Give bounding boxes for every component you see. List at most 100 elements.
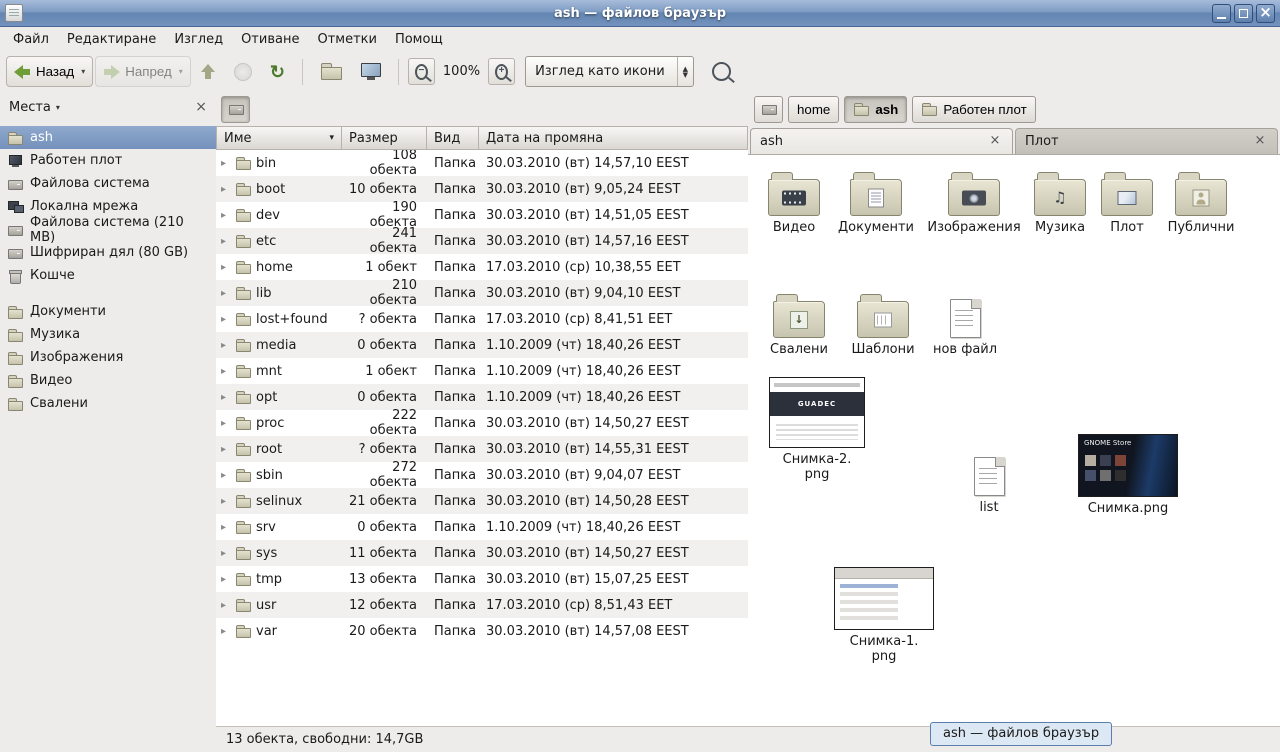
table-row[interactable]: ▸lost+found? обектаПапка17.03.2010 (ср) … xyxy=(216,306,748,332)
expander-icon[interactable]: ▸ xyxy=(221,496,230,507)
expander-icon[interactable]: ▸ xyxy=(221,210,230,221)
forward-button[interactable]: Напред ▾ xyxy=(95,56,191,87)
sidebar-item[interactable]: Кошче xyxy=(0,264,216,287)
chevron-down-icon[interactable]: ▾ xyxy=(56,103,60,112)
expander-icon[interactable]: ▸ xyxy=(221,626,230,637)
table-row[interactable]: ▸lib210 обектаПапка30.03.2010 (вт) 9,04,… xyxy=(216,280,748,306)
tab[interactable]: ash× xyxy=(750,128,1013,154)
table-row[interactable]: ▸root? обектаПапка30.03.2010 (вт) 14,55,… xyxy=(216,436,748,462)
expander-icon[interactable]: ▸ xyxy=(221,418,230,429)
expander-icon[interactable]: ▸ xyxy=(221,574,230,585)
expander-icon[interactable]: ▸ xyxy=(221,548,230,559)
table-row[interactable]: ▸media0 обектаПапка1.10.2009 (чт) 18,40,… xyxy=(216,332,748,358)
table-row[interactable]: ▸proc222 обектаПапка30.03.2010 (вт) 14,5… xyxy=(216,410,748,436)
root-location-button[interactable] xyxy=(221,96,250,123)
search-button[interactable] xyxy=(704,56,739,87)
sidebar-title[interactable]: Места xyxy=(9,100,51,115)
expander-icon[interactable]: ▸ xyxy=(221,314,230,325)
sidebar-item[interactable]: Изображения xyxy=(0,346,216,369)
table-row[interactable]: ▸srv0 обектаПапка1.10.2009 (чт) 18,40,26… xyxy=(216,514,748,540)
icon-item[interactable]: GUADECСнимка-2.png xyxy=(767,377,867,483)
view-mode-spinner-icon[interactable] xyxy=(677,57,693,86)
menu-item[interactable]: Помощ xyxy=(386,30,452,49)
table-row[interactable]: ▸etc241 обектаПапка30.03.2010 (вт) 14,57… xyxy=(216,228,748,254)
sidebar-item[interactable]: Работен плот xyxy=(0,149,216,172)
sidebar-item[interactable]: Файлова система xyxy=(0,172,216,195)
tab-close-icon[interactable]: × xyxy=(1252,134,1268,150)
expander-icon[interactable]: ▸ xyxy=(221,522,230,533)
sidebar-item[interactable]: Видео xyxy=(0,369,216,392)
up-button[interactable] xyxy=(193,56,224,87)
reload-button[interactable] xyxy=(262,56,293,87)
icon-item[interactable]: Шаблони xyxy=(843,291,923,358)
expander-icon[interactable]: ▸ xyxy=(221,392,230,403)
icon-canvas[interactable]: ВидеоДокументиИзображения♫МузикаПлотПубл… xyxy=(748,154,1280,726)
menu-item[interactable]: Изглед xyxy=(165,30,232,49)
table-row[interactable]: ▸tmp13 обектаПапка30.03.2010 (вт) 15,07,… xyxy=(216,566,748,592)
back-button[interactable]: Назад ▾ xyxy=(6,56,93,87)
table-row[interactable]: ▸usr12 обектаПапка17.03.2010 (ср) 8,51,4… xyxy=(216,592,748,618)
home-button[interactable] xyxy=(312,56,351,87)
taskbar-window-button[interactable]: ash — файлов браузър xyxy=(930,722,1112,746)
tab[interactable]: Плот× xyxy=(1015,128,1278,154)
window-menu-icon[interactable] xyxy=(5,4,23,22)
menu-item[interactable]: Отиване xyxy=(232,30,308,49)
table-row[interactable]: ▸sys11 обектаПапка30.03.2010 (вт) 14,50,… xyxy=(216,540,748,566)
table-row[interactable]: ▸home1 обектПапка17.03.2010 (ср) 10,38,5… xyxy=(216,254,748,280)
expander-icon[interactable]: ▸ xyxy=(221,184,230,195)
pathbar-button[interactable]: ash xyxy=(844,96,907,123)
icon-item[interactable]: Публични xyxy=(1161,169,1241,236)
sidebar-item[interactable]: Файлова система (210 MB) xyxy=(0,218,216,241)
expander-icon[interactable]: ▸ xyxy=(221,444,230,455)
column-header-size[interactable]: Размер xyxy=(342,126,427,150)
icon-item[interactable]: list xyxy=(949,449,1029,516)
view-mode-select[interactable]: Изглед като икони xyxy=(525,56,694,87)
expander-icon[interactable]: ▸ xyxy=(221,340,230,351)
sidebar-item[interactable]: Документи xyxy=(0,300,216,323)
maximize-button[interactable] xyxy=(1234,4,1253,23)
tab-close-icon[interactable]: × xyxy=(987,134,1003,150)
icon-item[interactable]: ↓Свалени xyxy=(759,291,839,358)
titlebar[interactable]: ash — файлов браузър xyxy=(0,0,1280,27)
table-row[interactable]: ▸selinux21 обектаПапка30.03.2010 (вт) 14… xyxy=(216,488,748,514)
table-row[interactable]: ▸bin108 обектаПапка30.03.2010 (вт) 14,57… xyxy=(216,150,748,176)
expander-icon[interactable]: ▸ xyxy=(221,236,230,247)
expander-icon[interactable]: ▸ xyxy=(221,262,230,273)
column-header-date[interactable]: Дата на промяна xyxy=(479,126,748,150)
icon-item[interactable]: Изображения xyxy=(932,169,1016,236)
icon-item[interactable]: Плот xyxy=(1087,169,1167,236)
pathbar-root-button[interactable] xyxy=(754,96,783,123)
icon-item[interactable]: нов файл xyxy=(925,291,1005,358)
icon-item[interactable]: Видео xyxy=(754,169,834,236)
icon-item[interactable]: Документи xyxy=(836,169,916,236)
table-row[interactable]: ▸sbin272 обектаПапка30.03.2010 (вт) 9,04… xyxy=(216,462,748,488)
sidebar-item[interactable]: ash xyxy=(0,126,216,149)
table-row[interactable]: ▸boot10 обектаПапка30.03.2010 (вт) 9,05,… xyxy=(216,176,748,202)
expander-icon[interactable]: ▸ xyxy=(221,288,230,299)
minimize-button[interactable] xyxy=(1212,4,1231,23)
table-row[interactable]: ▸var20 обектаПапка30.03.2010 (вт) 14,57,… xyxy=(216,618,748,644)
column-header-type[interactable]: Вид xyxy=(427,126,479,150)
stop-button[interactable] xyxy=(226,56,260,87)
table-row[interactable]: ▸opt0 обектаПапка1.10.2009 (чт) 18,40,26… xyxy=(216,384,748,410)
sidebar-item[interactable]: Свалени xyxy=(0,392,216,415)
expander-icon[interactable]: ▸ xyxy=(221,366,230,377)
expander-icon[interactable]: ▸ xyxy=(221,158,230,169)
expander-icon[interactable]: ▸ xyxy=(221,470,230,481)
table-row[interactable]: ▸dev190 обектаПапка30.03.2010 (вт) 14,51… xyxy=(216,202,748,228)
pathbar-button[interactable]: home xyxy=(788,96,839,123)
sidebar-close-icon[interactable]: × xyxy=(195,100,207,114)
icon-item[interactable]: Снимка-1.png xyxy=(834,567,934,665)
zoom-out-button[interactable]: − xyxy=(408,58,435,85)
table-row[interactable]: ▸mnt1 обектПапка1.10.2009 (чт) 18,40,26 … xyxy=(216,358,748,384)
icon-item[interactable]: GNOME StoreСнимка.png xyxy=(1073,434,1183,517)
sidebar-item[interactable]: Шифриран дял (80 GB) xyxy=(0,241,216,264)
pathbar-button[interactable]: Работен плот xyxy=(912,96,1035,123)
computer-button[interactable] xyxy=(353,56,389,87)
expander-icon[interactable]: ▸ xyxy=(221,600,230,611)
menu-item[interactable]: Редактиране xyxy=(58,30,165,49)
menu-item[interactable]: Отметки xyxy=(308,30,385,49)
column-header-name[interactable]: Име xyxy=(216,126,342,150)
sidebar-item[interactable]: Музика xyxy=(0,323,216,346)
back-history-arrow-icon[interactable]: ▾ xyxy=(81,67,85,76)
